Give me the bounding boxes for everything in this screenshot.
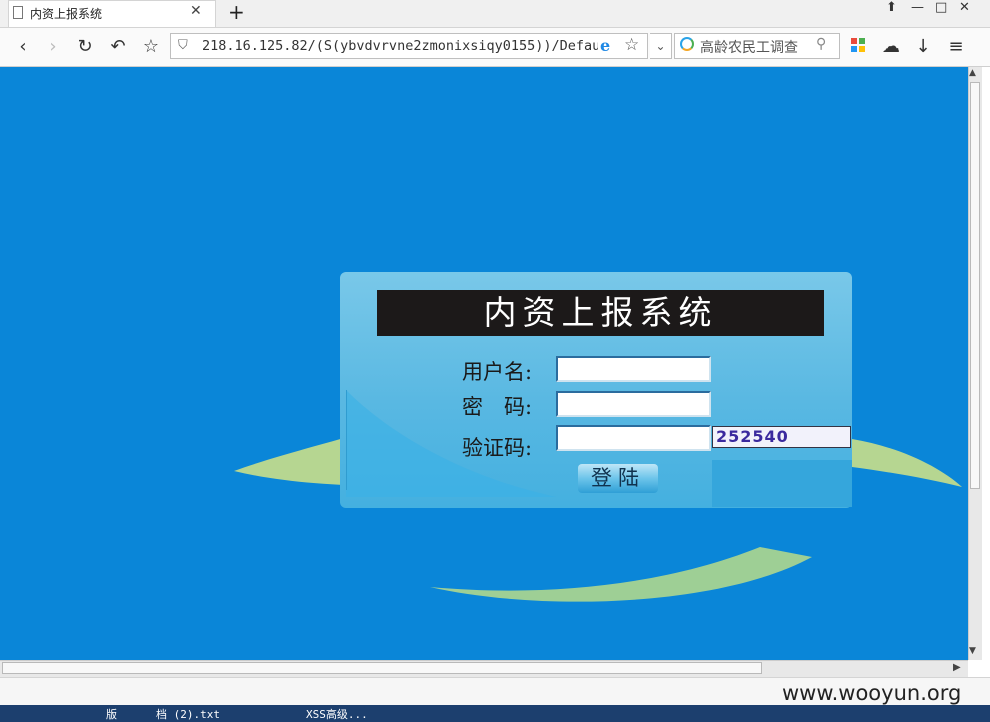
username-label: 用户名:: [462, 360, 533, 384]
chevron-down-icon[interactable]: ⌄: [650, 33, 672, 59]
login-button[interactable]: 登陆: [578, 464, 658, 493]
bookmark-star-icon[interactable]: ☆: [624, 35, 639, 55]
close-icon[interactable]: ✕: [190, 3, 202, 19]
vertical-scroll-thumb[interactable]: [970, 82, 980, 489]
pin-icon[interactable]: ⬆: [886, 0, 897, 15]
search-engine-icon: [680, 37, 694, 51]
url-text[interactable]: 218.16.125.82/(S(ybvdvrvne2zmonixsiqy015…: [202, 38, 598, 54]
taskbar-item[interactable]: XSS高级...: [306, 706, 368, 722]
password-label: 密 码:: [462, 395, 533, 419]
login-title: 内资上报系统: [483, 293, 718, 332]
username-input[interactable]: [556, 356, 711, 382]
minimize-icon[interactable]: —: [911, 0, 924, 15]
undo-icon[interactable]: ↶: [105, 34, 131, 60]
menu-icon[interactable]: ≡: [943, 34, 969, 60]
window-close-icon[interactable]: ✕: [959, 0, 970, 15]
captcha-text: 252540: [716, 427, 789, 446]
scroll-down-icon[interactable]: ▼: [969, 646, 976, 656]
reload-icon[interactable]: ↻: [72, 34, 98, 60]
tab-title: 内资上报系统: [30, 7, 103, 21]
back-icon[interactable]: ‹: [10, 34, 36, 60]
apps-icon[interactable]: [851, 38, 865, 52]
horizontal-scroll-thumb[interactable]: [2, 662, 762, 674]
taskbar-item[interactable]: 档 (2).txt: [156, 706, 220, 722]
taskbar-item[interactable]: 版: [106, 706, 117, 722]
star-icon[interactable]: ☆: [138, 34, 164, 60]
maximize-icon[interactable]: □: [935, 0, 947, 15]
panel-corner: [712, 460, 852, 507]
forward-icon[interactable]: ›: [40, 34, 66, 60]
taskbar: [0, 705, 990, 722]
side-strip: [982, 67, 990, 660]
scroll-right-icon[interactable]: ▶: [953, 662, 961, 673]
watermark: www.wooyun.org: [782, 681, 962, 705]
scroll-up-icon[interactable]: ▲: [969, 68, 976, 78]
search-text[interactable]: 高龄农民工调查: [700, 37, 798, 57]
cloud-icon[interactable]: ☁: [878, 34, 904, 60]
password-input[interactable]: [556, 391, 711, 417]
document-icon: [13, 6, 23, 19]
captcha-label: 验证码:: [462, 436, 533, 460]
download-icon[interactable]: ↓: [910, 34, 936, 60]
captcha-input[interactable]: [556, 425, 711, 451]
search-icon[interactable]: ⚲: [816, 36, 826, 52]
ie-icon[interactable]: e: [600, 36, 610, 55]
plus-icon[interactable]: +: [228, 1, 245, 23]
shield-icon[interactable]: ⛉: [178, 38, 188, 53]
